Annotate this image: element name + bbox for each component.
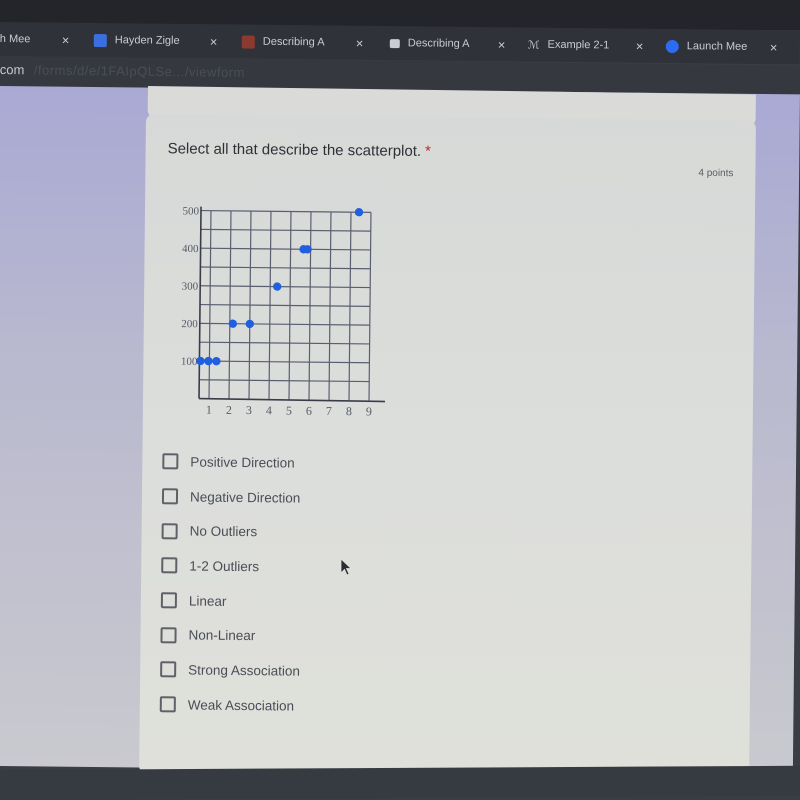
checkbox[interactable]	[161, 522, 178, 540]
y-tick-label: 100	[181, 356, 198, 368]
y-tick-label: 200	[181, 318, 198, 330]
option-label: Negative Direction	[189, 489, 301, 506]
question-title: Select all that describe the scatterplot…	[168, 140, 431, 160]
option-label: Non-Linear	[188, 627, 256, 644]
data-point	[245, 319, 255, 329]
tab-title: Example 2-1	[547, 38, 610, 52]
data-point	[354, 208, 364, 217]
url-path: /forms/d/e/1FAIpQLSe.../viewform	[33, 62, 245, 80]
tab-title: Hayden Zigle	[114, 34, 180, 47]
classroom-icon	[241, 35, 255, 49]
checkbox[interactable]	[162, 453, 179, 470]
forms-icon	[389, 38, 400, 48]
x-tick-label: 3	[246, 403, 252, 417]
question-card: Select all that describe the scatterplot…	[139, 114, 756, 781]
option-non-linear[interactable]: Non-Linear	[160, 618, 300, 654]
grid-line-horizontal	[200, 303, 371, 307]
browser-tab[interactable]: Launch Mee ×	[665, 35, 777, 58]
points-label: 4 points	[698, 167, 734, 180]
y-axis	[198, 206, 202, 399]
checkbox[interactable]	[160, 592, 177, 609]
x-tick-label: 1	[206, 403, 212, 417]
grid-line-horizontal	[200, 228, 371, 232]
grid-line-horizontal	[200, 285, 371, 289]
option-linear[interactable]: Linear	[160, 583, 301, 619]
close-icon[interactable]: ×	[636, 38, 644, 53]
data-point	[212, 356, 221, 366]
browser-tab-active[interactable]: Describing A ×	[389, 32, 505, 55]
checkbox[interactable]	[161, 488, 179, 505]
x-tick-label: 9	[366, 404, 372, 418]
x-tick-label: 8	[346, 404, 352, 418]
grid-line-horizontal	[200, 209, 371, 213]
option-label: No Outliers	[189, 523, 258, 540]
grid-line-horizontal	[199, 379, 370, 383]
tab-title: Describing A	[407, 37, 470, 50]
tab-title: h Mee	[0, 32, 31, 46]
option-label: Positive Direction	[190, 454, 295, 471]
checkbox[interactable]	[160, 626, 177, 644]
grid-line-horizontal	[199, 360, 370, 364]
screen-bezel-bottom	[0, 765, 800, 800]
question-text: Select all that describe the scatterplot…	[167, 140, 422, 160]
checkbox-options: Positive Direction Negative Direction No…	[159, 444, 303, 723]
x-tick-label: 6	[306, 404, 312, 418]
grid-line-horizontal	[199, 322, 370, 326]
scatterplot-image: 100 200 300 400 500 1 2 3 4 5 6 7 8 9	[161, 202, 403, 440]
checkbox[interactable]	[159, 696, 176, 713]
option-positive-direction[interactable]: Positive Direction	[162, 444, 302, 480]
close-icon[interactable]: ×	[210, 34, 218, 49]
url-host: com	[0, 61, 25, 78]
handwriting-icon: ℳ	[527, 39, 540, 52]
option-label: Weak Association	[187, 697, 295, 714]
option-label: Strong Association	[188, 662, 301, 679]
checkbox[interactable]	[160, 661, 177, 678]
close-icon[interactable]: ×	[356, 35, 364, 50]
y-tick-label: 300	[182, 281, 199, 293]
grid-line-horizontal	[200, 247, 371, 251]
data-point	[204, 356, 213, 366]
x-tick-label: 2	[226, 403, 232, 417]
option-negative-direction[interactable]: Negative Direction	[161, 479, 302, 515]
x-tick-label: 7	[326, 404, 332, 418]
zoom-icon	[665, 39, 679, 53]
x-tick-label: 5	[286, 403, 292, 417]
scatterplot-chart: 100 200 300 400 500 1 2 3 4 5 6 7 8 9	[181, 205, 386, 418]
y-tick-label: 400	[182, 243, 199, 255]
browser-tab[interactable]: ℳ Example 2-1 ×	[527, 34, 644, 57]
option-label: Linear	[188, 593, 227, 609]
tab-title: Launch Mee	[686, 40, 748, 53]
x-axis	[199, 397, 386, 403]
browser-tab[interactable]: Describing A ×	[241, 31, 363, 54]
close-icon[interactable]: ×	[770, 40, 778, 55]
option-no-outliers[interactable]: No Outliers	[161, 514, 301, 550]
option-label: 1-2 Outliers	[189, 558, 260, 575]
mouse-cursor-icon	[340, 558, 353, 576]
option-1-2-outliers[interactable]: 1-2 Outliers	[161, 548, 301, 584]
grid-line-horizontal	[200, 266, 371, 270]
close-icon[interactable]: ×	[62, 32, 70, 47]
tab-title: Describing A	[262, 35, 325, 49]
browser-tab[interactable]: Hayden Zigle ×	[93, 29, 217, 52]
checkbox[interactable]	[161, 557, 178, 574]
browser-tab[interactable]: h Mee ×	[0, 28, 69, 50]
docs-icon	[93, 33, 107, 47]
grid-line-horizontal	[199, 341, 370, 345]
option-weak-association[interactable]: Weak Association	[159, 687, 300, 723]
x-tick-label: 4	[266, 403, 272, 417]
data-point	[272, 282, 282, 291]
required-asterisk: *	[425, 142, 432, 160]
y-tick-label: 500	[182, 205, 199, 217]
option-strong-association[interactable]: Strong Association	[160, 652, 300, 688]
close-icon[interactable]: ×	[498, 37, 506, 52]
